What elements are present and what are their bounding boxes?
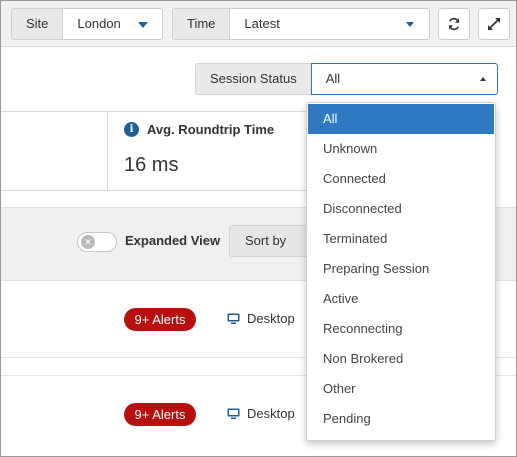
session-status-dropdown: All Unknown Connected Disconnected Termi… — [306, 102, 496, 441]
chevron-up-icon — [479, 77, 486, 81]
dropdown-option-all[interactable]: All — [308, 104, 494, 134]
roundtrip-value: 16 ms — [124, 154, 179, 176]
refresh-button[interactable] — [438, 8, 470, 40]
dropdown-option-terminated[interactable]: Terminated — [307, 224, 495, 254]
chevron-down-icon — [406, 22, 414, 27]
session-type: Desktop — [227, 311, 295, 326]
sort-by-label: Sort by — [245, 233, 287, 248]
refresh-icon — [448, 17, 460, 31]
dropdown-option-pending[interactable]: Pending — [307, 404, 495, 434]
dropdown-option-preparing-session[interactable]: Preparing Session — [307, 254, 495, 284]
dropdown-option-other[interactable]: Other — [307, 374, 495, 404]
alerts-badge[interactable]: 9+ Alerts — [124, 308, 196, 331]
time-filter-label: Time — [173, 9, 231, 39]
roundtrip-card-label: Avg. Roundtrip Time — [147, 122, 275, 137]
metric-card — [0, 111, 119, 191]
info-icon: i — [124, 122, 139, 137]
desktop-icon — [227, 408, 240, 419]
alerts-badge[interactable]: 9+ Alerts — [124, 403, 196, 426]
roundtrip-card: i Avg. Roundtrip Time 16 ms — [107, 111, 317, 191]
filter-bar: Site London Time Latest — [1, 1, 516, 47]
chevron-down-icon — [138, 22, 148, 28]
close-icon: ✕ — [81, 235, 95, 249]
session-status-value: All — [325, 71, 341, 86]
site-filter[interactable]: Site London — [11, 8, 163, 40]
session-status-select[interactable]: All — [310, 63, 498, 95]
time-filter-value[interactable]: Latest — [230, 9, 429, 39]
session-type-label: Desktop — [247, 406, 295, 421]
site-filter-value[interactable]: London — [63, 9, 162, 39]
dropdown-option-unknown[interactable]: Unknown — [307, 134, 495, 164]
dropdown-option-connected[interactable]: Connected — [307, 164, 495, 194]
expanded-view-toggle[interactable]: ✕ — [77, 232, 117, 252]
time-filter-text: Latest — [244, 16, 280, 31]
dropdown-option-active[interactable]: Active — [307, 284, 495, 314]
site-filter-text: London — [77, 16, 121, 31]
roundtrip-card-title: i Avg. Roundtrip Time — [124, 122, 274, 137]
session-status-label: Session Status — [195, 63, 311, 95]
desktop-icon — [227, 313, 240, 324]
session-type-label: Desktop — [247, 311, 295, 326]
dropdown-option-reconnecting[interactable]: Reconnecting — [307, 314, 495, 344]
expand-icon — [488, 18, 500, 30]
dropdown-option-non-brokered[interactable]: Non Brokered — [307, 344, 495, 374]
dropdown-option-disconnected[interactable]: Disconnected — [307, 194, 495, 224]
expanded-view-label: Expanded View — [125, 233, 221, 248]
expand-button[interactable] — [478, 8, 510, 40]
session-status-filter: Session Status All — [195, 63, 498, 95]
time-filter[interactable]: Time Latest — [172, 8, 430, 40]
site-filter-label: Site — [12, 9, 64, 39]
session-type: Desktop — [227, 406, 295, 421]
